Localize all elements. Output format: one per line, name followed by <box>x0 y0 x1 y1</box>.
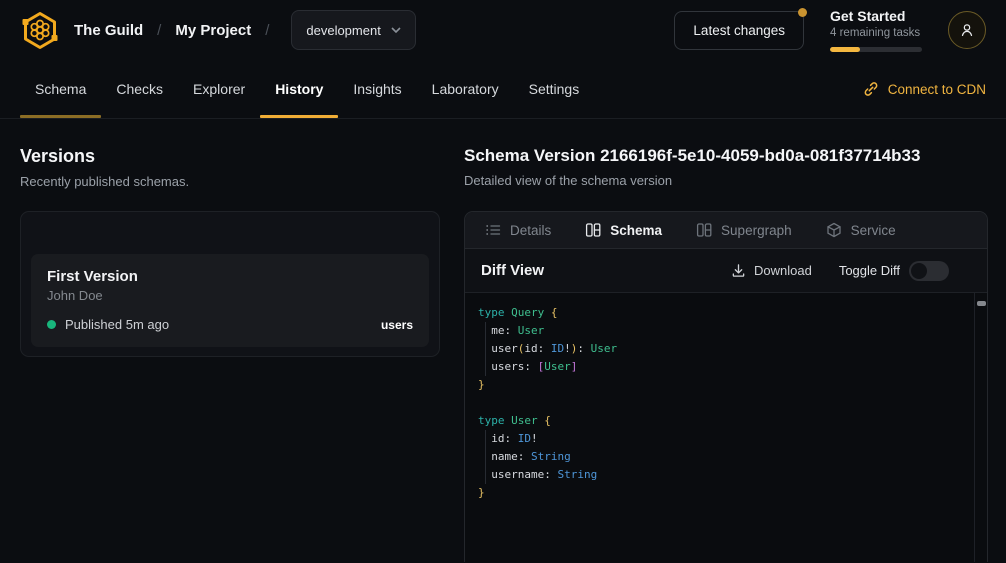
tab-details[interactable]: Details <box>485 222 551 238</box>
nav-tab-label: Schema <box>35 81 86 97</box>
app-window: The Guild / My Project / development Lat… <box>0 0 1006 563</box>
diff-view-title: Diff View <box>481 262 544 279</box>
connect-to-cdn-label: Connect to CDN <box>888 82 986 97</box>
version-meta-row: Published 5m ago users <box>47 317 413 332</box>
nav-tab-insights[interactable]: Insights <box>338 60 416 118</box>
link-icon <box>863 81 879 97</box>
service-name-badge: users <box>381 318 413 332</box>
switch-knob <box>911 263 927 279</box>
diff-view-actions: Download Toggle Diff <box>731 261 949 281</box>
nav-tab-label: History <box>275 81 323 97</box>
diff-view-header: Diff View Download Toggle Diff <box>465 249 987 293</box>
schema-version-title: Schema Version 2166196f-5e10-4059-bd0a-0… <box>464 145 988 167</box>
breadcrumb-separator: / <box>265 22 269 39</box>
get-started-progress-fill <box>830 47 860 52</box>
nav-tab-label: Laboratory <box>432 81 499 97</box>
download-label: Download <box>754 263 812 278</box>
schema-version-column: Schema Version 2166196f-5e10-4059-bd0a-0… <box>464 145 988 562</box>
latest-changes-button[interactable]: Latest changes <box>674 11 804 50</box>
nav-tab-checks[interactable]: Checks <box>101 60 178 118</box>
target-selector-value: development <box>306 23 380 38</box>
version-author: John Doe <box>47 288 413 304</box>
tab-label: Schema <box>610 223 662 238</box>
code-block[interactable]: type Query { me: User user(id: ID!): Use… <box>465 293 987 514</box>
user-icon <box>957 20 977 40</box>
schema-version-subtitle: Detailed view of the schema version <box>464 173 988 189</box>
list-icon <box>485 222 501 238</box>
header-actions: Latest changes Get Started 4 remaining t… <box>674 8 986 52</box>
nav-tab-list: Schema Checks Explorer History Insights … <box>20 60 594 118</box>
user-avatar[interactable] <box>948 11 986 49</box>
nav-tab-label: Settings <box>529 81 580 97</box>
get-started-title: Get Started <box>830 8 922 25</box>
breadcrumb-separator: / <box>157 22 161 39</box>
main-nav: Schema Checks Explorer History Insights … <box>0 60 1006 119</box>
get-started-widget[interactable]: Get Started 4 remaining tasks <box>830 8 922 52</box>
connect-to-cdn-link[interactable]: Connect to CDN <box>863 60 986 118</box>
nav-tab-schema[interactable]: Schema <box>20 60 101 118</box>
tab-service[interactable]: Service <box>826 222 896 238</box>
chevron-down-icon <box>391 27 401 33</box>
nav-tab-settings[interactable]: Settings <box>514 60 595 118</box>
top-header: The Guild / My Project / development Lat… <box>0 0 1006 60</box>
code-scrollbar[interactable] <box>974 293 987 562</box>
get-started-progress-bar <box>830 47 922 52</box>
nav-tab-history[interactable]: History <box>260 60 338 118</box>
scrollbar-thumb[interactable] <box>977 301 986 306</box>
tab-supergraph[interactable]: Supergraph <box>696 222 792 238</box>
version-name: First Version <box>47 267 413 286</box>
download-icon <box>731 263 746 278</box>
versions-column: Versions Recently published schemas. Fir… <box>20 145 440 562</box>
detail-tab-bar: Details Schema <box>465 212 987 249</box>
nav-tab-label: Explorer <box>193 81 245 97</box>
hive-logo-icon[interactable] <box>20 10 60 50</box>
main-content: Versions Recently published schemas. Fir… <box>0 119 1006 562</box>
versions-subtitle: Recently published schemas. <box>20 174 440 190</box>
nav-tab-laboratory[interactable]: Laboratory <box>417 60 514 118</box>
version-status: Published 5m ago <box>65 317 169 332</box>
toggle-diff-label: Toggle Diff <box>839 263 900 278</box>
latest-changes-wrap: Latest changes <box>674 11 804 50</box>
download-button[interactable]: Download <box>731 263 812 278</box>
tab-label: Supergraph <box>721 223 792 238</box>
target-selector-dropdown[interactable]: development <box>291 10 415 50</box>
columns-icon <box>696 222 712 238</box>
notification-dot <box>798 8 807 17</box>
versions-list-card: First Version John Doe Published 5m ago … <box>20 211 440 357</box>
breadcrumb: The Guild / My Project / development <box>20 10 416 50</box>
version-list-item[interactable]: First Version John Doe Published 5m ago … <box>31 254 429 347</box>
breadcrumb-project[interactable]: My Project <box>175 22 251 39</box>
published-status-dot <box>47 320 56 329</box>
tab-schema[interactable]: Schema <box>585 222 662 238</box>
schema-code-area: type Query { me: User user(id: ID!): Use… <box>465 293 987 562</box>
tab-label: Details <box>510 223 551 238</box>
nav-tab-label: Checks <box>116 81 163 97</box>
toggle-diff-switch[interactable] <box>909 261 949 281</box>
schema-detail-panel: Details Schema <box>464 211 988 562</box>
nav-tab-explorer[interactable]: Explorer <box>178 60 260 118</box>
cube-icon <box>826 222 842 238</box>
versions-title: Versions <box>20 145 440 167</box>
tab-label: Service <box>851 223 896 238</box>
get-started-subtitle: 4 remaining tasks <box>830 26 922 41</box>
columns-icon <box>585 222 601 238</box>
breadcrumb-org[interactable]: The Guild <box>74 22 143 39</box>
nav-tab-label: Insights <box>353 81 401 97</box>
